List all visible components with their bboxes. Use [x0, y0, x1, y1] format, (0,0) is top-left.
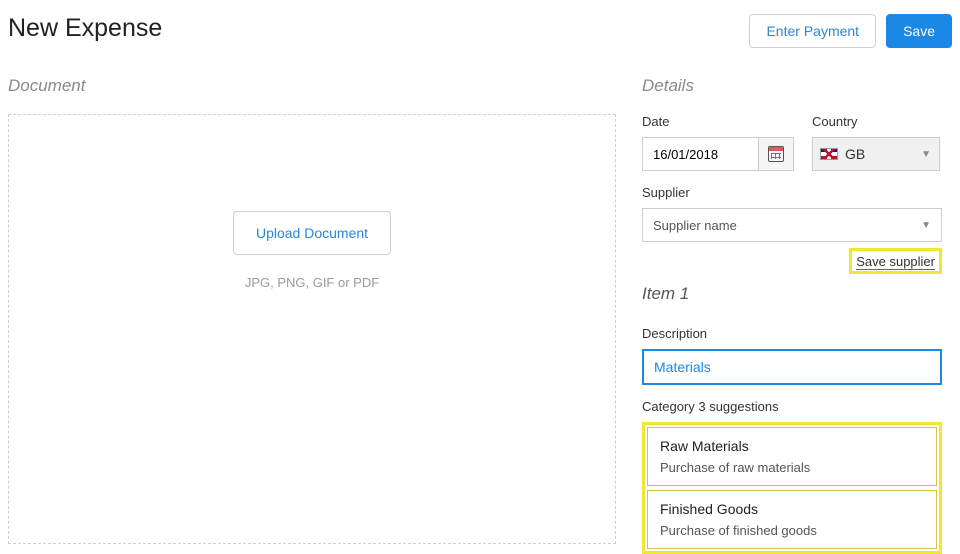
save-supplier-link[interactable]: Save supplier [856, 254, 935, 270]
suggestion-title: Raw Materials [660, 438, 924, 454]
suggestion-title: Finished Goods [660, 501, 924, 517]
upload-document-button[interactable]: Upload Document [233, 211, 391, 255]
calendar-icon [768, 146, 784, 162]
date-input[interactable] [642, 137, 758, 171]
chevron-down-icon: ▼ [921, 149, 931, 160]
description-input[interactable] [642, 349, 942, 385]
page-title: New Expense [8, 14, 162, 43]
country-value: GB [845, 146, 865, 162]
suggestion-desc: Purchase of finished goods [660, 523, 924, 538]
country-select[interactable]: GB ▼ [812, 137, 940, 171]
save-button[interactable]: Save [886, 14, 952, 48]
document-dropzone[interactable]: Upload Document JPG, PNG, GIF or PDF [8, 114, 616, 544]
category-suggestion[interactable]: Finished Goods Purchase of finished good… [647, 490, 937, 549]
date-picker-button[interactable] [758, 137, 794, 171]
suggestions-highlight: Raw Materials Purchase of raw materials … [642, 422, 942, 554]
date-label: Date [642, 114, 794, 129]
upload-hint: JPG, PNG, GIF or PDF [245, 275, 379, 290]
description-label: Description [642, 326, 942, 341]
document-heading: Document [8, 76, 616, 96]
gb-flag-icon [821, 149, 837, 159]
supplier-placeholder: Supplier name [653, 218, 737, 233]
country-label: Country [812, 114, 940, 129]
chevron-down-icon: ▼ [921, 220, 931, 231]
category-suggestion[interactable]: Raw Materials Purchase of raw materials [647, 427, 937, 486]
category-suggestions-label: Category 3 suggestions [642, 399, 942, 414]
enter-payment-button[interactable]: Enter Payment [749, 14, 876, 48]
details-heading: Details [642, 76, 942, 96]
item-heading: Item 1 [642, 284, 942, 304]
save-supplier-highlight: Save supplier [849, 248, 942, 274]
supplier-select[interactable]: Supplier name ▼ [642, 208, 942, 242]
suggestion-desc: Purchase of raw materials [660, 460, 924, 475]
supplier-label: Supplier [642, 185, 942, 200]
